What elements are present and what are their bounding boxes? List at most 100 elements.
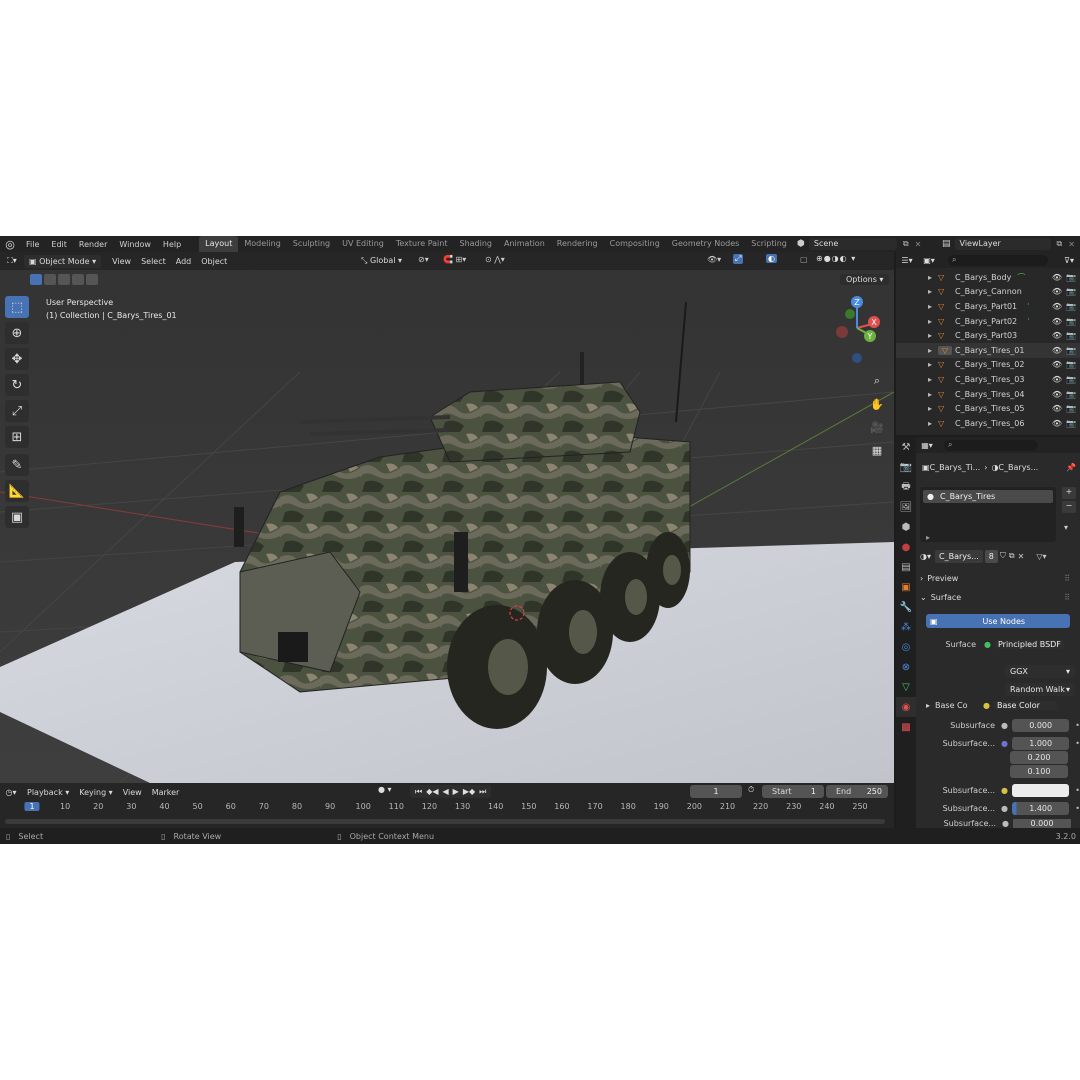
material-slot-item[interactable]: ● C_Barys_Tires bbox=[923, 490, 1053, 503]
collection-tab-icon[interactable]: ▤ bbox=[896, 557, 916, 577]
physics-tab-icon[interactable]: ◎ bbox=[896, 637, 916, 657]
visibility-eye-icon[interactable]: 👁 bbox=[1052, 287, 1062, 296]
render-camera-icon[interactable]: 📷 bbox=[1066, 346, 1076, 355]
user-count-badge[interactable]: 8 bbox=[984, 549, 998, 563]
material-browse-icon[interactable]: ◑▾ bbox=[920, 552, 931, 561]
tab-rendering[interactable]: Rendering bbox=[551, 236, 604, 252]
radius-x-field[interactable]: 1.000 bbox=[1012, 737, 1070, 750]
constraints-tab-icon[interactable]: ⊗ bbox=[896, 657, 916, 677]
expand-arrow-icon[interactable]: ▸ bbox=[928, 287, 938, 296]
options-button[interactable]: Options ▾ bbox=[840, 274, 890, 285]
pivot-icon[interactable]: ⊘▾ bbox=[418, 255, 429, 264]
view-layer-tab-icon[interactable]: 🖼 bbox=[896, 497, 916, 517]
scene-tab-icon[interactable]: ⬢ bbox=[896, 517, 916, 537]
delete-scene-icon[interactable]: ✕ bbox=[915, 240, 922, 249]
outliner-item[interactable]: ▸ ▽ C_Barys_Tires_02 👁 📷 bbox=[896, 358, 1080, 373]
outliner-item[interactable]: ▸ ▽ C_Barys_Part03 👁 📷 bbox=[896, 328, 1080, 343]
material-name-field[interactable]: C_Barys... bbox=[935, 549, 983, 563]
select-box-tool-icon[interactable]: ⬚ bbox=[5, 296, 29, 318]
expand-arrow-icon[interactable]: ▸ bbox=[926, 533, 930, 542]
visibility-eye-icon[interactable]: 👁 bbox=[1052, 390, 1062, 399]
visibility-eye-icon[interactable]: 👁 bbox=[1052, 375, 1062, 384]
gizmo-toggle-icon[interactable]: ⤢ bbox=[733, 254, 744, 264]
pan-hand-icon[interactable]: ✋ bbox=[868, 395, 886, 413]
outliner-item[interactable]: ▸ ▽ C_Barys_Tires_03 👁 📷 bbox=[896, 372, 1080, 387]
select-extend-icon[interactable] bbox=[44, 274, 56, 285]
keyframe-dot-icon[interactable]: • bbox=[1075, 786, 1080, 795]
keyframe-dot-icon[interactable]: • bbox=[1075, 804, 1080, 813]
tab-compositing[interactable]: Compositing bbox=[604, 236, 666, 252]
tab-layout[interactable]: Layout bbox=[199, 236, 239, 252]
transform-tool-icon[interactable]: ⊞ bbox=[5, 426, 29, 448]
distribution-dropdown[interactable]: GGX ▾ bbox=[1005, 665, 1075, 678]
render-tab-icon[interactable]: 📷 bbox=[896, 457, 916, 477]
subsurface-field[interactable]: 0.000 bbox=[1012, 719, 1070, 732]
delete-view-layer-icon[interactable]: ✕ bbox=[1068, 240, 1075, 249]
snap-icon[interactable]: 🧲 ⊞▾ bbox=[443, 255, 466, 264]
surface-shader-dropdown[interactable]: Principled BSDF bbox=[994, 640, 1064, 649]
visibility-eye-icon[interactable]: 👁 bbox=[1052, 346, 1062, 355]
tab-texture-paint[interactable]: Texture Paint bbox=[390, 236, 454, 252]
mode-dropdown[interactable]: ▣ Object Mode ▾ bbox=[24, 254, 102, 268]
select-intersect-icon[interactable] bbox=[86, 274, 98, 285]
visibility-eye-icon[interactable]: 👁 bbox=[1052, 419, 1062, 428]
tab-animation[interactable]: Animation bbox=[498, 236, 551, 252]
tab-sculpting[interactable]: Sculpting bbox=[287, 236, 336, 252]
render-camera-icon[interactable]: 📷 bbox=[1066, 287, 1076, 296]
zoom-icon[interactable]: ⌕ bbox=[868, 372, 886, 390]
subsurface-color-swatch[interactable] bbox=[1012, 784, 1070, 797]
radius-y-field[interactable]: 0.200 bbox=[1010, 751, 1068, 764]
navigation-gizmo[interactable]: Z X Y bbox=[830, 294, 890, 374]
add-slot-button[interactable]: + bbox=[1062, 487, 1076, 499]
visibility-eye-icon[interactable]: 👁 bbox=[1052, 273, 1062, 282]
scene-name-field[interactable]: Scene bbox=[808, 238, 897, 250]
menu-select[interactable]: Select bbox=[136, 255, 171, 268]
outliner-item[interactable]: ▸ ▽ C_Barys_Part01 ˈ 👁 📷 bbox=[896, 299, 1080, 314]
expand-arrow-icon[interactable]: ▸ bbox=[928, 375, 938, 384]
outliner-search-field[interactable]: ⌕ bbox=[948, 254, 1048, 266]
render-camera-icon[interactable]: 📷 bbox=[1066, 375, 1076, 384]
proportional-edit-icon[interactable]: ⊙ ⋀▾ bbox=[485, 255, 505, 264]
visibility-eye-icon[interactable]: 👁 bbox=[1052, 302, 1062, 311]
drag-handle-icon[interactable]: ⠿ bbox=[1064, 593, 1070, 602]
rotate-tool-icon[interactable]: ↻ bbox=[5, 374, 29, 396]
preview-panel-header[interactable]: › Preview ⠿ bbox=[920, 574, 1070, 583]
select-subtract-icon[interactable] bbox=[58, 274, 70, 285]
visibility-eye-icon[interactable]: 👁 bbox=[1052, 404, 1062, 413]
duplicate-material-icon[interactable]: ⧉ bbox=[1009, 551, 1015, 561]
properties-editor-icon[interactable]: ▦▾ bbox=[916, 441, 938, 450]
expand-arrow-icon[interactable]: ▸ bbox=[928, 302, 938, 311]
visibility-icon[interactable]: 👁▾ bbox=[707, 255, 721, 264]
modifier-tab-icon[interactable]: 🔧 bbox=[896, 597, 916, 617]
current-frame-marker[interactable]: 1 bbox=[24, 802, 40, 811]
menu-view[interactable]: View bbox=[107, 255, 136, 268]
fake-user-icon[interactable]: ⛉ bbox=[1000, 551, 1006, 561]
menu-edit[interactable]: Edit bbox=[45, 240, 73, 249]
render-camera-icon[interactable]: 📷 bbox=[1066, 360, 1076, 369]
camera-icon[interactable]: 🎥 bbox=[868, 418, 886, 436]
subsurface-ior-field[interactable]: 1.400 bbox=[1012, 802, 1070, 815]
grid-icon[interactable]: ▦ bbox=[868, 441, 886, 459]
slot-menu-chevron-icon[interactable]: ▾ bbox=[1064, 523, 1068, 532]
filter-icon[interactable]: ⊽▾ bbox=[1064, 256, 1074, 265]
expand-arrow-icon[interactable]: ▸ bbox=[928, 419, 938, 428]
view-layer-selector[interactable]: ▤ ViewLayer ⧉ ✕ bbox=[942, 238, 1075, 250]
scene-selector[interactable]: ⬢ Scene ⧉ ✕ bbox=[797, 238, 921, 250]
visibility-eye-icon[interactable]: 👁 bbox=[1052, 360, 1062, 369]
properties-search-field[interactable]: ⌕ bbox=[944, 439, 1038, 451]
outliner-item[interactable]: ▸ ▽ C_Barys_Tires_05 👁 📷 bbox=[896, 401, 1080, 416]
blender-logo-icon[interactable]: ◎ bbox=[0, 238, 20, 251]
outliner-item[interactable]: ▸ ▽ C_Barys_Cannon 👁 📷 bbox=[896, 285, 1080, 300]
visibility-eye-icon[interactable]: 👁 bbox=[1052, 317, 1062, 326]
overlay-toggle-icon[interactable]: ◐ bbox=[766, 254, 777, 263]
view-layer-field[interactable]: ViewLayer bbox=[954, 238, 1051, 250]
xray-icon[interactable]: ▢ bbox=[800, 255, 808, 264]
menu-file[interactable]: File bbox=[20, 240, 45, 249]
expand-arrow-icon[interactable]: ▸ bbox=[928, 390, 938, 399]
subsurface-method-dropdown[interactable]: Random Walk ▾ bbox=[1005, 683, 1075, 696]
menu-render[interactable]: Render bbox=[73, 240, 113, 249]
unlink-material-icon[interactable]: ✕ bbox=[1018, 552, 1025, 561]
keyframe-dot-icon[interactable]: • bbox=[1075, 739, 1080, 748]
add-cube-tool-icon[interactable]: ▣ bbox=[5, 506, 29, 528]
drag-handle-icon[interactable]: ⠿ bbox=[1064, 574, 1070, 583]
